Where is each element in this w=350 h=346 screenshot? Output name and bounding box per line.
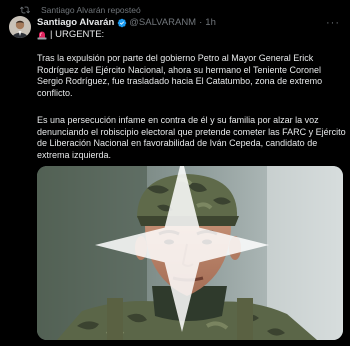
author-handle[interactable]: @SALVARANM (129, 17, 196, 28)
more-icon: ··· (326, 17, 340, 29)
avatar-photo (9, 16, 31, 38)
repost-icon (20, 6, 30, 14)
tweet-timestamp[interactable]: 1h (205, 17, 216, 28)
repost-label: Santiago Alvarán reposteó (41, 5, 141, 15)
urgent-label: | URGENTE: (50, 29, 105, 40)
tweet-header: Santiago Alvarán @SALVARANM · 1h (37, 16, 216, 29)
author-name[interactable]: Santiago Alvarán (37, 17, 114, 28)
header-separator: · (199, 17, 203, 28)
avatar[interactable] (9, 16, 31, 38)
verified-badge-icon (117, 18, 127, 27)
siren-icon (37, 31, 47, 39)
sparkle-icon (94, 166, 269, 332)
repost-indicator[interactable]: Santiago Alvarán reposteó (20, 3, 141, 17)
tweet-text-paragraph-2: Es una persecución infame en contra de é… (37, 115, 346, 160)
tweet-text-paragraph-1: Tras la expulsión por parte del gobierno… (37, 53, 323, 98)
urgent-heading: | URGENTE: (37, 29, 104, 40)
more-options-button[interactable]: ··· (326, 17, 340, 29)
tweet-media-photo[interactable] (37, 166, 343, 340)
tweet[interactable]: Santiago Alvarán reposteó Santiago Alvar… (0, 0, 350, 346)
